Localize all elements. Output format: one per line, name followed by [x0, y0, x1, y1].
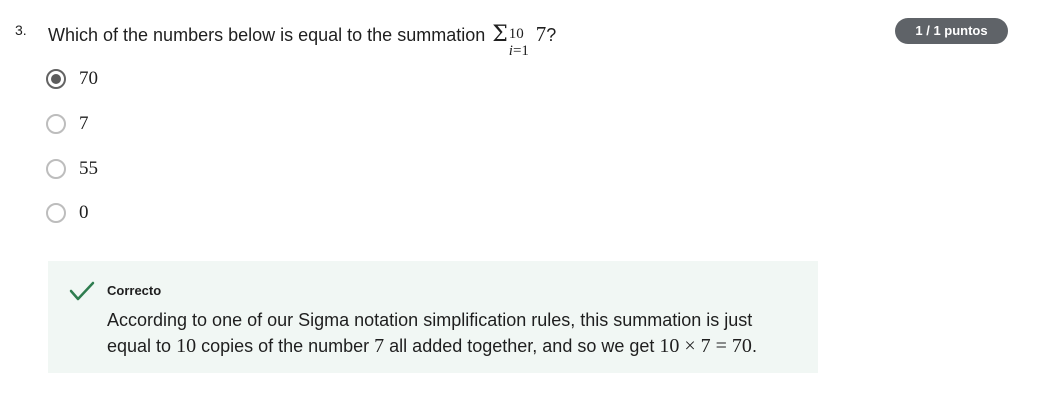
feedback-explanation: According to one of our Sigma notation s… [107, 307, 807, 359]
option-label: 7 [79, 113, 89, 134]
question-number: 3. [15, 22, 27, 38]
option-0[interactable]: 0 [46, 200, 89, 226]
option-label: 70 [79, 68, 98, 89]
summand: 7 [535, 22, 547, 46]
radio-button[interactable] [46, 159, 66, 179]
option-label: 0 [79, 202, 89, 223]
sum-lower-limit: i=1 [509, 34, 529, 68]
radio-button[interactable] [46, 114, 66, 134]
sum-lower-equals: =1 [512, 43, 529, 60]
feedback-panel: Correcto According to one of our Sigma n… [48, 261, 818, 373]
option-55[interactable]: 55 [46, 156, 98, 182]
score-badge: 1 / 1 puntos [895, 18, 1008, 44]
option-label: 55 [79, 158, 98, 179]
math-ten: 10 [176, 335, 197, 357]
feedback-text: . [751, 336, 757, 356]
feedback-status: Correcto [107, 283, 162, 298]
feedback-text: all added together, and so we get [384, 336, 660, 356]
feedback-text: copies of the number [196, 336, 375, 356]
math-seven: 7 [374, 335, 385, 357]
radio-button[interactable] [46, 203, 66, 223]
feedback-text: equal to [107, 336, 177, 356]
option-7[interactable]: 7 [46, 111, 89, 137]
sum-limits: 10 i=1 [508, 19, 536, 59]
question-text-after: ? [546, 25, 557, 45]
option-70[interactable]: 70 [46, 66, 98, 92]
question-text-before: Which of the numbers below is equal to t… [48, 25, 491, 45]
math-product: 10 × 7 = 70 [659, 335, 752, 357]
sigma-symbol: Σ [492, 22, 508, 47]
feedback-line-1: According to one of our Sigma notation s… [107, 310, 753, 330]
radio-button-selected[interactable] [46, 69, 66, 89]
checkmark-icon [69, 281, 95, 301]
question-text: Which of the numbers below is equal to t… [48, 17, 557, 59]
